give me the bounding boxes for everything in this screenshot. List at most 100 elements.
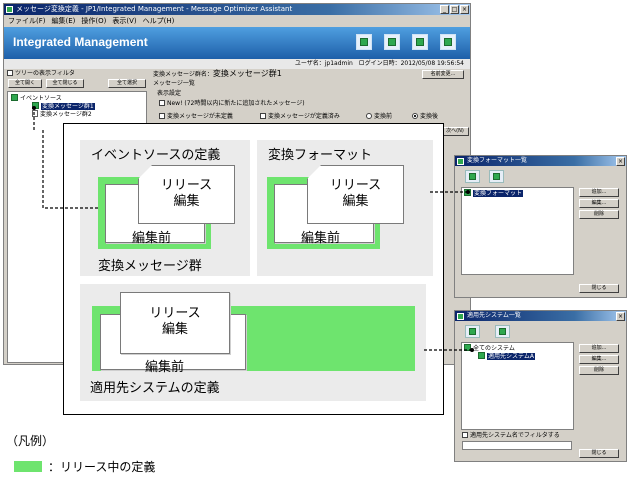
tree-item-label: 変換メッセージ群1 bbox=[41, 103, 95, 110]
format-item-label: 変換フォーマット bbox=[473, 190, 524, 197]
system-list-dialog: 適用先システム一覧 × 全てのシステム 適用先システムA 追加... 編集...… bbox=[454, 310, 627, 462]
format-delete-button[interactable]: 削除 bbox=[579, 210, 619, 219]
login-time: ログイン日時：2012/05/08 19:56:54 bbox=[358, 60, 464, 67]
import-system-icon[interactable] bbox=[495, 325, 510, 338]
menu-file[interactable]: ファイル(F) bbox=[8, 15, 46, 27]
tree-filter-label: ツリーの表示フィルタ bbox=[15, 70, 75, 77]
defined-checkbox[interactable] bbox=[260, 113, 266, 119]
radio-after-button[interactable] bbox=[412, 113, 418, 119]
collapse-all-button[interactable]: 全て閉じる bbox=[46, 79, 84, 88]
maximize-icon[interactable]: □ bbox=[450, 5, 459, 14]
new-checkbox-label: New! (72時間以内に新たに追加されたメッセージ) bbox=[167, 100, 305, 107]
system-release-line1: リリース bbox=[149, 306, 201, 321]
event-source-group: イベントソースの定義 編集前 リリース 編集 変換メッセージ群 bbox=[80, 140, 250, 276]
new-filter[interactable]: New! (72時間以内に新たに追加されたメッセージ) bbox=[159, 100, 305, 108]
display-settings-label: 表示設定 bbox=[157, 90, 182, 97]
menu-bar: ファイル(F) 編集(E) 操作(O) 表示(V) ヘルプ(H) bbox=[4, 15, 470, 27]
format-add-button[interactable]: 追加... bbox=[579, 188, 619, 197]
radio-after[interactable]: 変換後 bbox=[412, 113, 438, 121]
close-icon[interactable]: × bbox=[616, 157, 625, 166]
all-systems-icon bbox=[464, 344, 471, 351]
minimize-icon[interactable]: _ bbox=[440, 5, 449, 14]
format-icon bbox=[464, 189, 471, 196]
app-icon bbox=[457, 158, 464, 165]
toolbar-system-icon[interactable] bbox=[412, 34, 428, 50]
group-name-value: 変換メッセージ群1 bbox=[212, 69, 282, 78]
system-edit-button[interactable]: 編集... bbox=[579, 355, 619, 364]
legend-label: ：リリース中の定義 bbox=[48, 460, 156, 474]
event-source-release-line2: 編集 bbox=[173, 194, 200, 209]
radio-before-label: 変換前 bbox=[374, 113, 393, 120]
system-delete-button[interactable]: 削除 bbox=[579, 366, 619, 375]
format-edit-button[interactable]: 編集... bbox=[579, 199, 619, 208]
tree-filter-checkbox[interactable] bbox=[7, 70, 13, 76]
import-format-icon[interactable] bbox=[489, 170, 504, 183]
toolbar-format-icon[interactable] bbox=[384, 34, 400, 50]
tree-item-label: 変換メッセージ群2 bbox=[40, 111, 92, 118]
system-release-text: リリース 編集 bbox=[120, 306, 230, 338]
menu-edit[interactable]: 編集(E) bbox=[52, 15, 76, 27]
rename-button[interactable]: 名前変更... bbox=[422, 70, 464, 79]
system-icon bbox=[478, 352, 485, 359]
tree-root-label: イベントソース bbox=[20, 95, 62, 102]
user-name: ユーザ名：jp1admin bbox=[294, 60, 353, 67]
app-icon bbox=[6, 6, 13, 13]
system-filter-input[interactable] bbox=[462, 441, 572, 450]
system-filter[interactable]: 適用先システム名でフィルタする bbox=[462, 432, 560, 440]
radio-before[interactable]: 変換前 bbox=[366, 113, 392, 121]
format-list-item[interactable]: 変換フォーマット bbox=[464, 189, 524, 198]
message-group-icon bbox=[32, 110, 38, 117]
system-add-button[interactable]: 追加... bbox=[579, 344, 619, 353]
app-icon bbox=[457, 313, 464, 320]
format-group: 変換フォーマット 編集前 リリース 編集 bbox=[257, 140, 433, 276]
format-dialog-title: 変換フォーマット一覧 bbox=[467, 157, 528, 164]
legend-swatch bbox=[14, 461, 42, 472]
menu-help[interactable]: ヘルプ(H) bbox=[143, 15, 175, 27]
add-system-icon[interactable] bbox=[465, 325, 480, 338]
format-title: 変換フォーマット bbox=[268, 148, 373, 163]
event-source-before-label: 編集前 bbox=[132, 231, 172, 246]
radio-before-button[interactable] bbox=[366, 113, 372, 119]
banner: Integrated Management bbox=[4, 27, 470, 59]
system-close-button[interactable]: 閉じる bbox=[579, 449, 619, 458]
main-window-title: メッセージ変換定義 - JP1/Integrated Management - … bbox=[16, 5, 293, 13]
undefined-filter[interactable]: 変換メッセージが未定義 bbox=[159, 113, 233, 121]
system-tree: 全てのシステム 適用先システムA bbox=[461, 342, 574, 430]
system-release-line2: 編集 bbox=[161, 322, 188, 337]
add-format-icon[interactable] bbox=[465, 170, 480, 183]
system-tree-item[interactable]: 適用先システムA bbox=[478, 352, 535, 361]
tree-filter[interactable]: ツリーの表示フィルタ bbox=[7, 70, 75, 78]
banner-title: Integrated Management bbox=[13, 35, 148, 49]
tree-item-group2[interactable]: 変換メッセージ群2 bbox=[32, 110, 92, 119]
menu-operation[interactable]: 操作(O) bbox=[81, 15, 106, 27]
toolbar-home-icon[interactable] bbox=[356, 34, 372, 50]
group-name-label: 変換メッセージ群名： bbox=[153, 71, 213, 78]
close-icon[interactable]: × bbox=[616, 312, 625, 321]
next-button[interactable]: 次へ(N) bbox=[441, 127, 469, 136]
user-bar: ユーザ名：jp1admin ログイン日時：2012/05/08 19:56:54 bbox=[4, 59, 470, 69]
defined-filter[interactable]: 変換メッセージが定義済み bbox=[260, 113, 340, 121]
undefined-checkbox[interactable] bbox=[159, 113, 165, 119]
select-all-button[interactable]: 全て選択 bbox=[108, 79, 146, 88]
system-filter-checkbox[interactable] bbox=[462, 432, 468, 438]
format-close-button[interactable]: 閉じる bbox=[579, 284, 619, 293]
event-source-title: イベントソースの定義 bbox=[91, 148, 221, 163]
format-dialog-titlebar: 変換フォーマット一覧 × bbox=[455, 156, 626, 166]
menu-view[interactable]: 表示(V) bbox=[112, 15, 136, 27]
close-icon[interactable]: × bbox=[460, 5, 469, 14]
legend-heading: （凡例） bbox=[6, 434, 55, 448]
undefined-checkbox-label: 変換メッセージが未定義 bbox=[167, 113, 233, 120]
group-name-row: 変換メッセージ群名：変換メッセージ群1 bbox=[153, 70, 282, 79]
system-dialog-titlebar: 適用先システム一覧 × bbox=[455, 311, 626, 321]
new-checkbox[interactable] bbox=[159, 100, 165, 106]
system-group: 編集前 リリース 編集 適用先システムの定義 bbox=[80, 284, 426, 401]
system-item-label: 適用先システムA bbox=[487, 353, 535, 360]
format-release-line2: 編集 bbox=[342, 194, 369, 209]
format-list-dialog: 変換フォーマット一覧 × 変換フォーマット 追加... 編集... 削除 閉じる bbox=[454, 155, 627, 298]
expand-all-button[interactable]: 全て開く bbox=[8, 79, 42, 88]
toolbar-export-icon[interactable] bbox=[440, 34, 456, 50]
defined-checkbox-label: 変換メッセージが定義済み bbox=[268, 113, 340, 120]
message-list-label: メッセージ一覧 bbox=[153, 80, 195, 87]
format-before-label: 編集前 bbox=[301, 231, 341, 246]
format-release-text: リリース 編集 bbox=[307, 178, 404, 210]
